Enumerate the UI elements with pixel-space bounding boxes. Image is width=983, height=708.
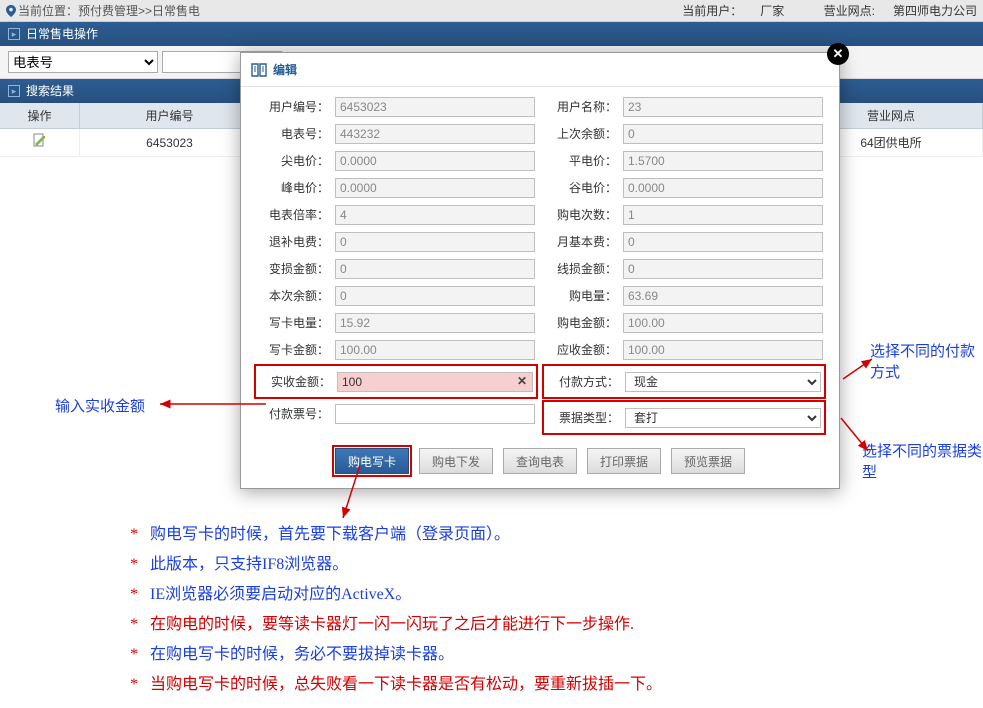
valley-price-field: [623, 178, 823, 198]
buy-send-button[interactable]: 购电下发: [419, 448, 493, 474]
arrow-right1-icon: [840, 355, 876, 385]
row-action-icon[interactable]: [0, 129, 80, 156]
close-icon[interactable]: ✕: [827, 43, 849, 65]
payment-method-select[interactable]: 现金: [625, 372, 821, 392]
arrow-left-icon: [158, 397, 268, 411]
meter-no-field: [335, 124, 535, 144]
peak-price-field: [335, 151, 535, 171]
note-line: 此版本，只支持IF8浏览器。: [150, 550, 348, 580]
due-amount-field: [623, 340, 823, 360]
loc-prefix: 当前位置：: [18, 0, 78, 22]
flat-price-field: [623, 151, 823, 171]
high-price-field: [335, 178, 535, 198]
book-icon: [251, 63, 267, 77]
print-receipt-button[interactable]: 打印票据: [587, 448, 661, 474]
col-op: 操作: [0, 103, 80, 128]
col-uid: 用户编号: [80, 103, 260, 128]
branch-label: 营业网点:: [824, 4, 875, 18]
dialog-header: 编辑 ✕: [241, 53, 839, 87]
annot-receipt-type: 选择不同的票据类型: [862, 440, 982, 482]
collapse-icon[interactable]: ▸: [8, 85, 20, 97]
actual-amount-input[interactable]: [337, 372, 533, 392]
query-meter-button[interactable]: 查询电表: [503, 448, 577, 474]
note-line: 在购电的时候，要等读卡器灯一闪一闪玩了之后才能进行下一步操作.: [150, 610, 634, 640]
filter-field-select[interactable]: 电表号: [8, 51, 158, 73]
dialog-title: 编辑: [273, 61, 297, 78]
write-qty-field: [335, 313, 535, 333]
annot-actual-amount: 输入实收金额: [55, 395, 145, 416]
annot-payment-method: 选择不同的付款方式: [870, 340, 980, 382]
preview-receipt-button[interactable]: 预览票据: [671, 448, 745, 474]
transformer-loss-field: [335, 259, 535, 279]
line-loss-field: [623, 259, 823, 279]
user-name-field: [623, 97, 823, 117]
buy-amount-field: [623, 313, 823, 333]
collapse-icon[interactable]: ▸: [8, 28, 20, 40]
clear-icon[interactable]: ✕: [517, 374, 527, 388]
breadcrumb-bar: 当前位置： 预付费管理>>日常售电 当前用户： 厂家 营业网点: 第四师电力公司: [0, 0, 983, 22]
note-line: 在购电写卡的时候，务必不要拔掉读卡器。: [150, 640, 454, 670]
arrow-down-icon: [340, 463, 400, 523]
row-uid: 6453023: [80, 129, 260, 156]
arrow-right2-icon: [838, 415, 872, 455]
edit-dialog: 编辑 ✕ 用户编号： 电表号： 尖电价： 峰电价： 电表倍率： 退补电费： 变损…: [240, 52, 840, 489]
multiplier-field: [335, 205, 535, 225]
refund-field: [335, 232, 535, 252]
notes-block: *购电写卡的时候，首先要下载客户端（登录页面）。 *此版本，只支持IF8浏览器。…: [130, 520, 662, 700]
monthly-fee-field: [623, 232, 823, 252]
last-balance-field: [623, 124, 823, 144]
note-line: 购电写卡的时候，首先要下载客户端（登录页面）。: [150, 520, 510, 550]
loc-path: 预付费管理>>日常售电: [78, 0, 200, 22]
user-value: 厂家: [760, 4, 784, 18]
current-balance-field: [335, 286, 535, 306]
user-no-field: [335, 97, 535, 117]
user-label: 当前用户：: [682, 4, 742, 18]
receipt-type-select[interactable]: 套打: [625, 408, 821, 428]
location-icon: [6, 5, 16, 17]
note-line: IE浏览器必须要启动对应的ActiveX。: [150, 580, 411, 610]
note-line: 当购电写卡的时候，总失败看一下读卡器是否有松动，要重新拔插一下。: [150, 670, 662, 700]
purchase-count-field: [623, 205, 823, 225]
ticket-no-input[interactable]: [335, 404, 535, 424]
branch-value: 第四师电力公司: [893, 4, 977, 18]
buy-qty-field: [623, 286, 823, 306]
write-amount-field: [335, 340, 535, 360]
